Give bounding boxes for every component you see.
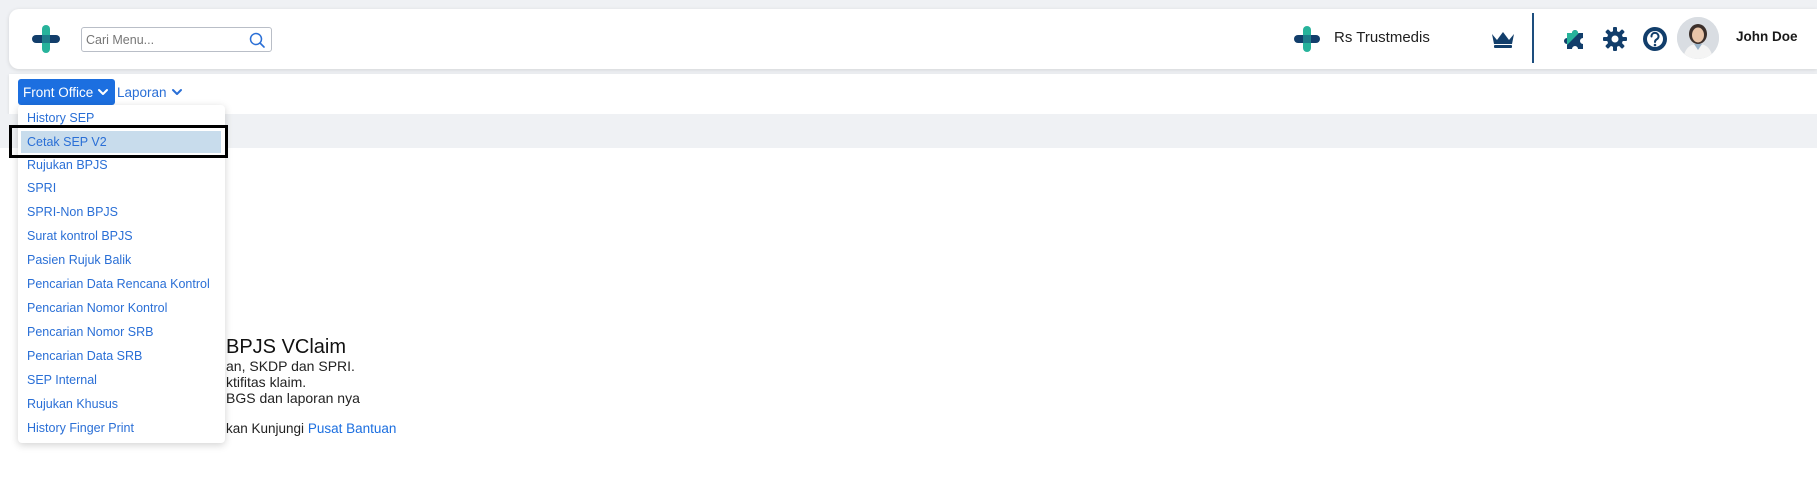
help-text: kan Kunjungi Pusat Bantuan bbox=[226, 421, 396, 436]
dropdown-item-rujukan-bpjs[interactable]: Rujukan BPJS bbox=[18, 154, 225, 176]
welcome-line: an, SKDP dan SPRI. bbox=[226, 358, 355, 374]
chevron-down-icon bbox=[97, 86, 109, 98]
search-icon[interactable] bbox=[248, 31, 266, 49]
front-office-dropdown: History SEP Cetak SEP V2 Rujukan BPJS SP… bbox=[18, 105, 225, 443]
dropdown-item-history-finger-print[interactable]: History Finger Print bbox=[18, 417, 225, 439]
top-bar: Rs Trustmedis bbox=[9, 9, 1817, 69]
menu-laporan-label: Laporan bbox=[117, 84, 167, 100]
help-icon[interactable] bbox=[1641, 25, 1669, 53]
user-name[interactable]: John Doe bbox=[1736, 29, 1798, 44]
page-header-strip bbox=[0, 114, 1817, 148]
dropdown-item-pencarian-nomor-kontrol[interactable]: Pencarian Nomor Kontrol bbox=[18, 297, 225, 319]
dropdown-item-spri[interactable]: SPRI bbox=[18, 177, 225, 199]
menu-bar: Front Office Laporan bbox=[9, 74, 1817, 114]
crown-icon[interactable] bbox=[1490, 29, 1516, 49]
dropdown-item-pencarian-data-srb[interactable]: Pencarian Data SRB bbox=[18, 345, 225, 367]
puzzle-icon[interactable] bbox=[1561, 25, 1589, 53]
welcome-title: BPJS VClaim bbox=[226, 336, 347, 358]
search-box[interactable] bbox=[81, 27, 272, 52]
help-center-link[interactable]: Pusat Bantuan bbox=[308, 421, 397, 436]
search-input[interactable] bbox=[86, 30, 246, 49]
menu-front-office[interactable]: Front Office bbox=[18, 79, 116, 105]
help-prefix: kan Kunjungi bbox=[226, 421, 308, 436]
avatar[interactable] bbox=[1677, 17, 1719, 59]
dropdown-item-surat-kontrol-bpjs[interactable]: Surat kontrol BPJS bbox=[18, 225, 225, 247]
dropdown-item-sep-internal[interactable]: SEP Internal bbox=[18, 369, 225, 391]
dropdown-item-spri-non-bpjs[interactable]: SPRI-Non BPJS bbox=[18, 201, 225, 223]
gear-icon[interactable] bbox=[1601, 25, 1629, 53]
hospital-logo-icon bbox=[1292, 24, 1322, 54]
dropdown-item-rujukan-khusus[interactable]: Rujukan Khusus bbox=[18, 393, 225, 415]
dropdown-item-pencarian-nomor-srb[interactable]: Pencarian Nomor SRB bbox=[18, 321, 225, 343]
dropdown-item-history-sep[interactable]: History SEP bbox=[18, 107, 225, 129]
menu-laporan[interactable]: Laporan bbox=[113, 79, 187, 105]
chevron-down-icon bbox=[171, 86, 183, 98]
dropdown-item-cetak-sep-v2[interactable]: Cetak SEP V2 bbox=[21, 131, 221, 153]
menu-front-office-label: Front Office bbox=[23, 84, 94, 100]
welcome-line: ktifitas klaim. bbox=[226, 374, 307, 390]
hospital-name: Rs Trustmedis bbox=[1334, 29, 1430, 46]
topbar-divider bbox=[1532, 13, 1534, 63]
dropdown-item-pencarian-data-rencana-kontrol[interactable]: Pencarian Data Rencana Kontrol bbox=[18, 273, 225, 295]
app-logo-icon[interactable] bbox=[29, 22, 63, 56]
welcome-line: BGS dan laporan nya bbox=[226, 390, 360, 406]
dropdown-item-pasien-rujuk-balik[interactable]: Pasien Rujuk Balik bbox=[18, 249, 225, 271]
